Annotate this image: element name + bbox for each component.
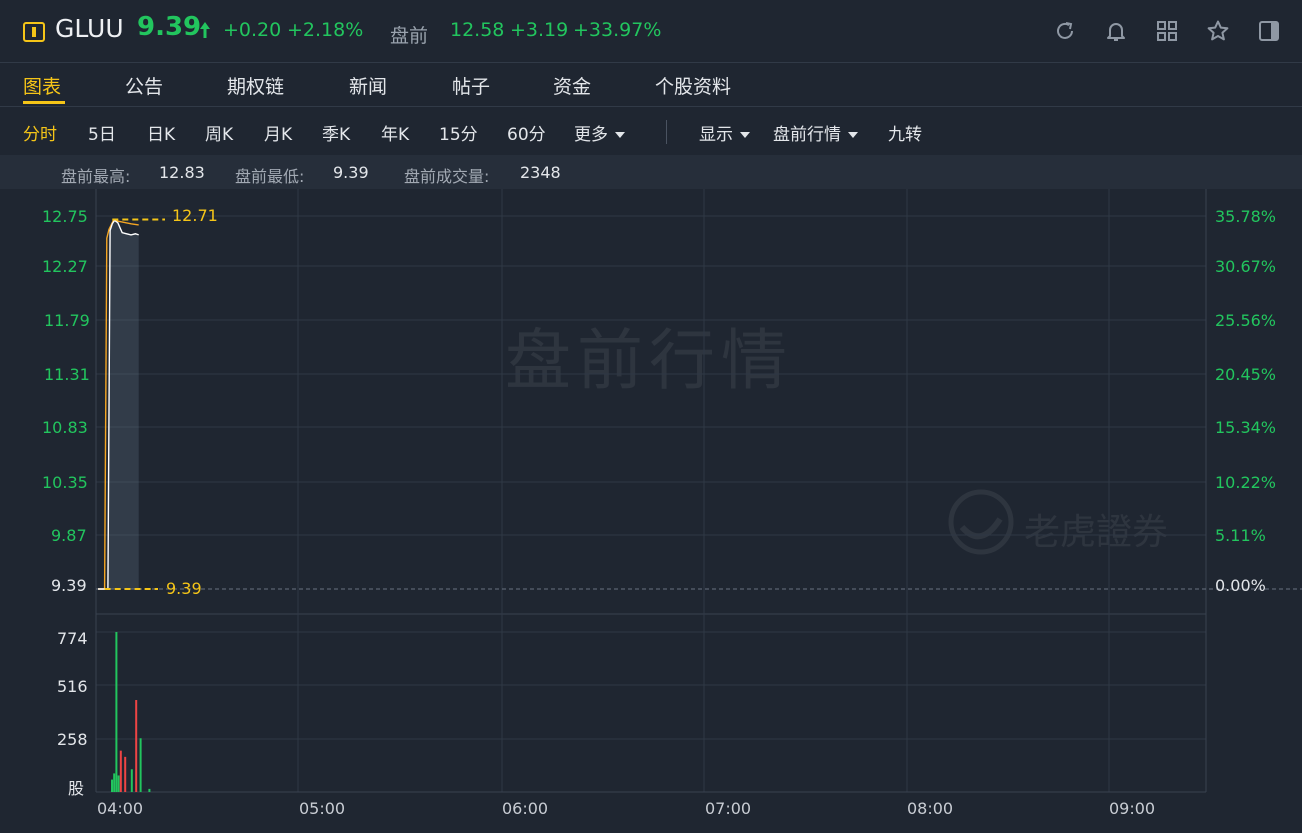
tab-posts[interactable]: 帖子 [452,72,490,99]
time-tick: 04:00 [97,799,144,818]
premarket-low-label: 盘前最低: [235,167,305,186]
premarket-volume-value: 2348 [520,163,561,182]
pct-tick: 35.78% [1215,207,1277,226]
volume-bar [135,700,138,792]
price-tick: 10.35 [42,473,88,492]
time-tick: 09:00 [1109,799,1156,818]
price-change: +0.20 [223,19,282,41]
premarket-stats-bar: 盘前最高: 12.83 盘前最低: 9.39 盘前成交量: 2348 [0,155,1302,189]
time-tick: 05:00 [299,799,346,818]
panel-toggle-icon[interactable] [1257,19,1281,43]
volume-bar [130,769,133,792]
nine-turn-toggle[interactable]: 九转 [888,120,922,145]
period-5day[interactable]: 5日 [88,120,116,145]
volume-tick: 516 [57,677,88,696]
volume-bar [139,738,142,792]
volume-bar [115,632,118,792]
period-60min[interactable]: 60分 [507,120,546,145]
volume-bar [117,775,120,792]
tab-capital[interactable]: 资金 [553,72,591,99]
display-dropdown[interactable]: 显示 [699,120,750,145]
ticker-symbol: GLUU [55,14,124,43]
premarket-volume-label: 盘前成交量: [404,167,490,186]
price-tick: 11.31 [44,365,90,384]
high-marker-label: 12.71 [172,206,218,225]
tab-profile[interactable]: 个股资料 [655,72,731,99]
tab-chart[interactable]: 图表 [23,72,61,99]
period-monthly-k[interactable]: 月K [264,120,292,145]
premarket-label: 盘前 [390,25,429,47]
period-more-label: 更多 [574,125,608,145]
premarket-dropdown-label: 盘前行情 [773,125,841,145]
price-tick: 9.87 [51,526,87,545]
active-tab-indicator [23,101,65,104]
tabs-divider [0,106,1302,107]
quote-header: GLUU 9.39 +0.20 +2.18% 盘前 12.58 +3.19 +3… [0,0,1302,62]
pct-tick: 15.34% [1215,418,1277,437]
pct-tick: 25.56% [1215,311,1277,330]
pct-tick: 0.00% [1215,576,1266,595]
chevron-down-icon [848,132,858,138]
volume-bar [113,773,116,792]
chart-canvas [95,189,1302,793]
time-tick: 07:00 [705,799,752,818]
period-quarterly-k[interactable]: 季K [322,120,350,145]
grid-icon[interactable] [1155,19,1179,43]
price-tick: 12.75 [42,207,88,226]
tab-announcements[interactable]: 公告 [125,72,163,99]
premarket-low-value: 9.39 [333,163,369,182]
price-area [98,220,139,589]
toolbar-separator [666,120,667,144]
chevron-down-icon [615,132,625,138]
volume-tick: 774 [57,629,88,648]
volume-bar [111,779,113,792]
price-tick: 12.27 [42,257,88,276]
refresh-icon[interactable] [1053,19,1077,43]
time-tick: 06:00 [502,799,549,818]
price-change-pct: +2.18% [287,19,364,41]
premarket-high-label: 盘前最高: [61,167,131,186]
display-label: 显示 [699,125,733,145]
price-tick: 10.83 [42,418,88,437]
volume-bar [148,788,151,792]
period-more-dropdown[interactable]: 更多 [574,120,625,145]
premarket-change-pct: +33.97% [573,19,662,41]
price-tick: 9.39 [51,576,87,595]
tab-options-chain[interactable]: 期权链 [227,72,284,99]
premarket-dropdown[interactable]: 盘前行情 [773,120,858,145]
volume-bar [124,756,127,792]
price-tick: 11.79 [44,311,90,330]
pct-tick: 20.45% [1215,365,1277,384]
chevron-down-icon [740,132,750,138]
bell-icon[interactable] [1104,19,1128,43]
period-weekly-k[interactable]: 周K [205,120,233,145]
volume-tick: 258 [57,730,88,749]
tab-news[interactable]: 新闻 [349,72,387,99]
period-15min[interactable]: 15分 [439,120,478,145]
volume-bar [119,750,122,792]
market-status-icon [23,22,45,42]
premarket-change: +3.19 [510,19,569,41]
star-icon[interactable] [1206,19,1230,43]
pct-tick: 30.67% [1215,257,1277,276]
arrow-up-icon [200,22,210,38]
time-tick: 08:00 [907,799,954,818]
base-marker-label: 9.39 [166,579,202,598]
pct-tick: 5.11% [1215,526,1266,545]
intraday-chart[interactable]: 盘前行情 老虎證券 12.75 12.27 11.79 11.31 10.83 … [0,189,1302,833]
header-divider [0,62,1302,63]
period-yearly-k[interactable]: 年K [381,120,409,145]
premarket-price: 12.58 [450,19,505,41]
volume-unit-label: 股 [68,779,85,798]
last-price: 9.39 [137,12,202,42]
pct-tick: 10.22% [1215,473,1277,492]
period-daily-k[interactable]: 日K [147,120,175,145]
premarket-high-value: 12.83 [159,163,205,182]
period-intraday[interactable]: 分时 [23,120,57,145]
